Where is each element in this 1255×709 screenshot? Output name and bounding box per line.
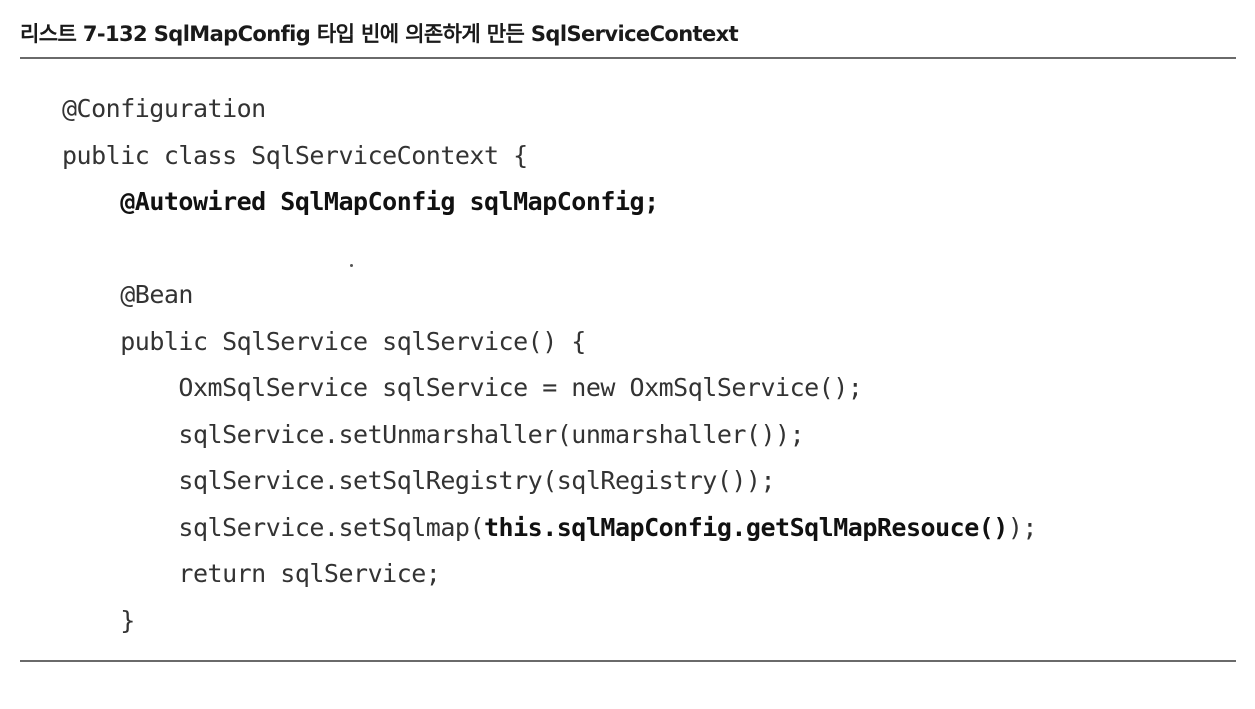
- code-text: sqlService.setUnmarshaller(unmarshaller(…: [178, 419, 805, 449]
- code-line-11: return sqlService;: [62, 551, 1037, 598]
- code-text-bold: @Autowired SqlMapConfig sqlMapConfig;: [120, 187, 659, 216]
- code-line-2: public class SqlServiceContext {: [62, 133, 1037, 180]
- top-divider: [20, 57, 1236, 59]
- code-text: @Bean: [120, 280, 193, 309]
- code-line-5: @Bean: [62, 272, 1037, 319]
- code-line-10: sqlService.setSqlmap(this.sqlMapConfig.g…: [62, 505, 1037, 552]
- code-block: @Configuration public class SqlServiceCo…: [62, 86, 1037, 644]
- code-text: sqlService.setSqlRegistry(sqlRegistry())…: [178, 466, 776, 495]
- code-line-6: public SqlService sqlService() {: [62, 319, 1037, 366]
- code-text: @Configuration: [62, 94, 266, 123]
- code-text: OxmSqlService sqlService = new OxmSqlSer…: [178, 373, 863, 402]
- code-line-3: @Autowired SqlMapConfig sqlMapConfig;: [62, 179, 1037, 226]
- code-line-12: }: [62, 598, 1037, 645]
- code-text: );: [1007, 512, 1038, 542]
- code-text: return sqlService;: [178, 559, 441, 588]
- code-line-1: @Configuration: [62, 86, 1037, 133]
- code-line-7: OxmSqlService sqlService = new OxmSqlSer…: [62, 365, 1037, 412]
- listing-caption: 리스트 7-132 SqlMapConfig 타입 빈에 의존하게 만든 Sql…: [20, 22, 739, 46]
- code-text: }: [120, 605, 135, 635]
- bottom-divider: [20, 660, 1236, 662]
- code-text: public class SqlServiceContext {: [62, 140, 528, 170]
- code-text: public SqlService sqlService() {: [120, 326, 586, 356]
- code-text: sqlService.setSqlmap(: [178, 512, 484, 542]
- code-line-8: sqlService.setUnmarshaller(unmarshaller(…: [62, 412, 1037, 459]
- scan-speck: [350, 264, 353, 267]
- code-text-bold: this.sqlMapConfig.getSqlMapResouce(): [484, 512, 1008, 542]
- code-line-9: sqlService.setSqlRegistry(sqlRegistry())…: [62, 458, 1037, 505]
